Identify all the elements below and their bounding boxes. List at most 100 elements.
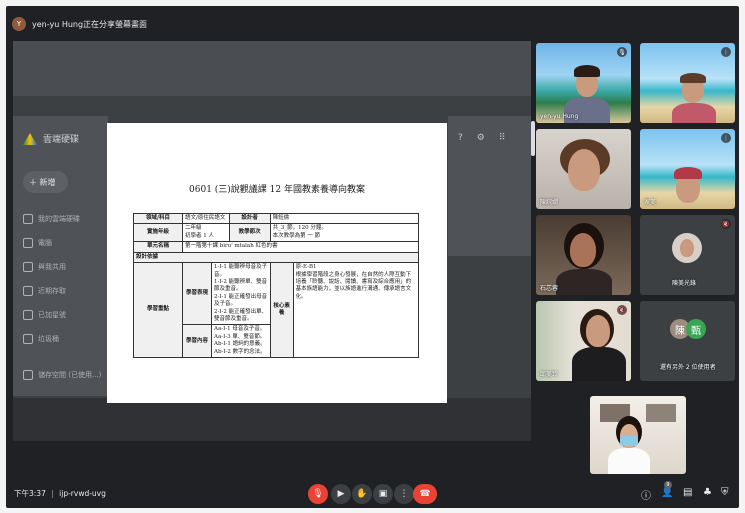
participant-video [570,233,596,267]
participant-tile[interactable]: 陳婉嫻 [536,129,631,209]
lesson-plan-table: 領域/科目 語文/原住民語文 設計者 陳鈺倫 實施年級 二年級 初學者 1 人 … [133,212,420,359]
others-count-label: 還有另外 2 位使用者 [660,364,716,371]
camera-icon: ▶ [337,489,345,499]
participant-body [572,347,626,381]
participant-tile[interactable]: 🔇 陳美光錄 [640,215,735,295]
clock: 下午3:37 [14,489,46,498]
participant-name: 陳美光錄 [672,280,697,287]
participant-name: 家美 [644,199,657,206]
more-options-icon[interactable]: ⋮ [721,133,731,143]
participant-tile[interactable]: 石芯蓉 [536,215,631,295]
shared-screen-topbar [13,41,531,96]
end-call-icon: ☎ [419,489,431,499]
table-row: 設計依據 [133,251,419,264]
table-label: 設計者 [228,212,271,225]
settings-icon: ⚙ [476,133,485,143]
participant-name: 石芯蓉 [540,285,559,292]
participant-tile[interactable]: 🎙 yen-yu Hung [536,43,631,123]
presenter-avatar: Y [12,17,26,31]
participant-tile[interactable]: 陳 甄 還有另外 2 位使用者 [640,301,735,381]
table-cell: 陳鈺倫 [269,212,420,225]
table-cell: 語文/原住民語文 [182,212,230,225]
participant-cap [674,167,702,179]
present-button[interactable]: ▣ [373,484,393,504]
presenting-header: Y yen-yu Hung正在分享螢幕畫面 [12,14,147,34]
table-row: 單元名稱 第一階第十課 biru' mtalah 紅色的書 [133,241,419,253]
participant-name: yen-yu Hung [540,113,579,120]
participant-video [586,315,610,347]
leave-call-button[interactable]: ☎ [413,484,437,504]
participant-body [556,269,612,295]
participant-tile[interactable]: ⋮ [640,43,735,123]
meet-window: Y yen-yu Hung正在分享螢幕畫面 雲端硬碟 ＋ 新增 我的雲端硬碟 電… [6,6,739,508]
participant-name: 邱美玲 [540,371,559,378]
activities-icon: ♣ [703,487,712,498]
drive-toolbar-icons: ? ⚙ ⠿ [458,133,505,143]
shared-scrollbar [531,121,535,156]
background-shelf [646,404,676,422]
participant-body [672,103,716,123]
participant-name: 陳婉嫻 [540,199,559,206]
meeting-details-button[interactable]: ⓘ [641,487,651,502]
people-button[interactable]: 👤 9 [661,481,673,498]
participant-hair [680,73,706,83]
face-mask [620,436,638,446]
table-cell: Aa-Ⅰ-1 母音及子音。 Aa-Ⅰ-3 單、雙音節。 Ab-Ⅰ-1 語詞的意義… [211,324,271,359]
drive-title: 雲端硬碟 [43,135,80,145]
mic-off-icon: 🔇 [617,305,627,315]
avatar-face [680,239,694,257]
participant-tile[interactable]: 🔇 邱美玲 [536,301,631,381]
more-vert-icon: ⋮ [399,489,409,499]
camera-toggle-button[interactable]: ▶ [331,484,351,504]
lesson-plan-document: 0601 (三)說觀議課 12 年國教素養導向教案 領域/科目 語文/原住民語文… [107,123,447,403]
table-label: 教學節次 [228,223,271,243]
present-icon: ▣ [378,489,388,499]
meeting-code: ijp-rvwd-uvg [59,489,106,498]
speaking-icon: 🎙 [617,47,627,57]
participant-avatar: 甄 [686,319,706,339]
more-options-icon[interactable]: ⋮ [721,47,731,57]
host-controls-button[interactable]: ⛨ [721,487,729,498]
drive-nav-item: 儲存空間 (已使用...) [23,369,103,381]
table-label: 實施年級 [133,223,183,243]
self-view-tile[interactable] [590,396,686,474]
raise-hand-button[interactable]: ✋ [352,484,372,504]
shared-drive-sidebar [13,116,108,396]
shared-screen-footer [13,398,531,441]
info-icon: ⓘ [641,491,651,502]
table-label: 設計依據 [133,251,419,264]
table-cell: 共_3_節，120 分鐘。 本次教學為第 一 節 [269,223,420,243]
participant-tile[interactable]: ⋮ 家美 [640,129,735,209]
table-row: 領域/科目 語文/原住民語文 設計者 陳鈺倫 [133,212,420,225]
participant-avatar [672,233,702,263]
participant-body [608,448,650,474]
chat-icon: ▤ [683,487,693,498]
drive-nav-item: 近期存取 [23,285,103,297]
drive-nav-item: 垃圾桶 [23,333,103,345]
table-cell: 1-Ⅰ-1 能聽辨母音及子音。 1-Ⅰ-2 能聽辨單、雙音節及重音。 2-Ⅰ-1… [211,262,271,326]
chat-button[interactable]: ▤ [683,487,692,498]
meeting-info: 下午3:37 | ijp-rvwd-uvg [14,488,106,499]
drive-nav-item: 已加星號 [23,309,103,321]
table-cell: 第一階第十課 biru' mtalah 紅色的書 [182,241,419,253]
mic-toggle-button[interactable]: 🎙 [308,484,328,504]
apps-icon: ⠿ [498,133,506,143]
drive-nav-item: 與我共用 [23,261,103,273]
table-label: 核心素養 [269,262,294,359]
table-row: 學習重點 學習表現 1-Ⅰ-1 能聽辨母音及子音。 1-Ⅰ-2 能聽辨單、雙音節… [133,262,420,359]
drive-nav-item: 我的雲端硬碟 [23,213,103,225]
people-count-badge: 9 [664,481,672,489]
shield-icon: ⛨ [721,487,729,498]
hand-icon: ✋ [356,489,368,499]
participant-hair [574,65,600,77]
document-title: 0601 (三)說觀議課 12 年國教素養導向教案 [189,185,365,195]
activities-button[interactable]: ♣ [703,487,712,498]
table-cell: 二年級 初學者 1 人 [182,223,230,243]
table-label: 學習表現 [182,262,212,326]
table-label: 單元名稱 [133,241,183,253]
participant-video [568,149,600,191]
table-cell: 原-E-B1 根據學習階段之身心發展，在自然的人際互動下培養「聆聽、說話、閱讀、… [292,262,420,359]
meeting-control-bar: 下午3:37 | ijp-rvwd-uvg 🎙 ▶ ✋ ▣ ⋮ ☎ ⓘ 👤 9 ▤… [6,480,739,508]
mic-off-icon: 🎙 [312,489,324,499]
more-options-button[interactable]: ⋮ [394,484,414,504]
